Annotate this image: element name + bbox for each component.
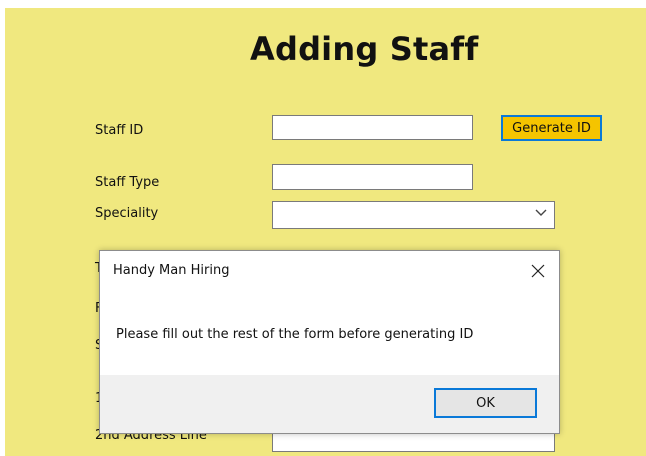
close-icon[interactable]: [525, 259, 551, 283]
dialog-message: Please fill out the rest of the form bef…: [116, 327, 474, 342]
dialog-title: Handy Man Hiring: [113, 263, 230, 278]
page-title: Adding Staff: [250, 30, 479, 68]
staff-id-input[interactable]: [272, 115, 473, 140]
speciality-dropdown[interactable]: [272, 201, 555, 229]
staff-id-label: Staff ID: [95, 123, 144, 138]
staff-type-input[interactable]: [272, 164, 473, 190]
generate-id-button[interactable]: Generate ID: [501, 115, 602, 141]
chevron-down-icon: [535, 209, 547, 216]
staff-type-label: Staff Type: [95, 175, 160, 190]
speciality-label: Speciality: [95, 206, 159, 221]
message-dialog: Handy Man Hiring Please fill out the res…: [99, 250, 560, 434]
dialog-footer: OK: [100, 375, 559, 433]
ok-button[interactable]: OK: [434, 388, 537, 418]
